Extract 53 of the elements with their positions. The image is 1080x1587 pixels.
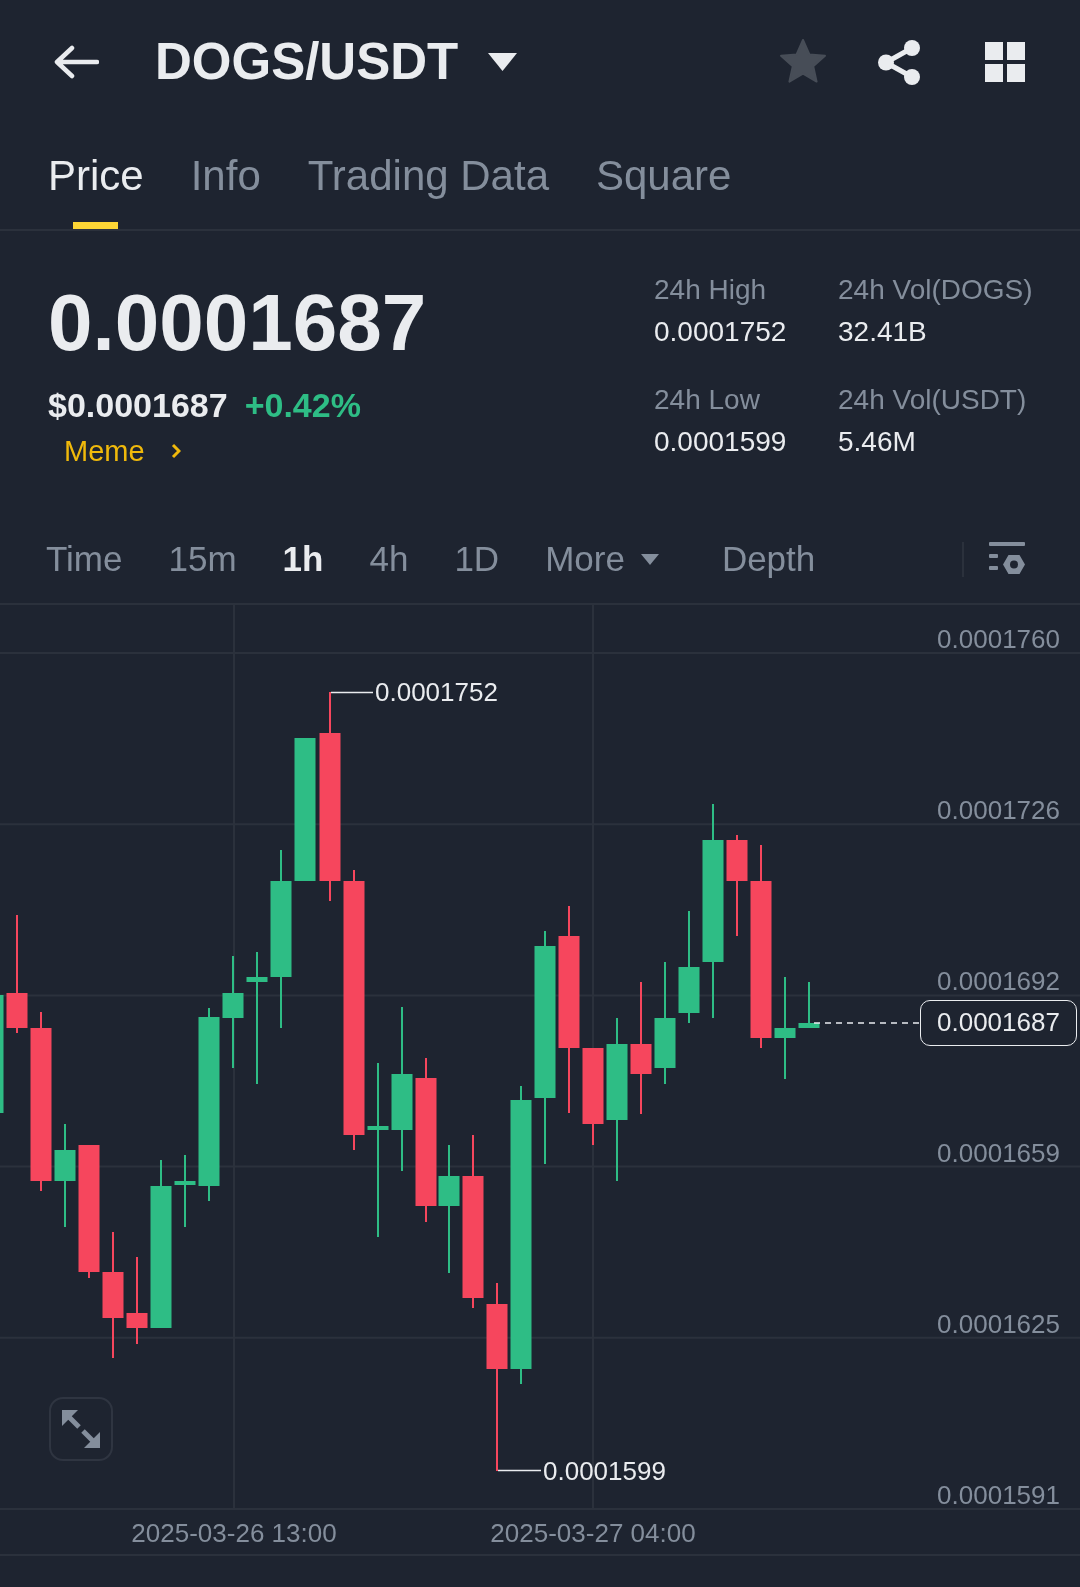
stat-value: 0.0001599 (654, 425, 788, 459)
chart-settings-button[interactable] (989, 542, 1025, 576)
category-link[interactable]: Meme (64, 433, 181, 469)
price-axis-label: 0.0001591 (937, 1480, 1060, 1510)
grid-menu-button[interactable] (985, 42, 1025, 82)
rising-candle (798, 982, 820, 1028)
usd-price: $0.0001687 (48, 385, 228, 425)
share-icon (877, 39, 921, 85)
grid-icon (985, 42, 1025, 82)
price-change: +0.42% (244, 385, 361, 425)
caret-down-icon (488, 53, 518, 71)
tab[interactable]: Info (190, 124, 261, 229)
price-axis-label: 0.0001659 (937, 1137, 1060, 1168)
share-button[interactable] (877, 39, 921, 85)
tab[interactable]: Trading Data (307, 124, 549, 229)
last-price: 0.0001687 (48, 283, 427, 363)
tab[interactable]: Price (48, 124, 144, 229)
time-axis-label: 2025-03-27 04:00 (490, 1518, 696, 1548)
star-icon[interactable] (780, 39, 826, 85)
price-axis-label: 0.0001760 (937, 624, 1060, 654)
leader-line (497, 1469, 542, 1472)
time-axis-label: 2025-03-26 13:00 (131, 1518, 337, 1548)
low-price-label: 0.0001599 (543, 1456, 666, 1486)
chart-tab[interactable]: 4h (369, 537, 409, 581)
chart-tab[interactable]: 1h (282, 537, 324, 581)
high-price-label: 0.0001752 (375, 677, 498, 707)
leader-line (330, 691, 374, 694)
stat-value: 0.0001752 (654, 315, 788, 349)
chart-tab[interactable]: 15m (168, 537, 237, 581)
stat-label: 24h High (654, 273, 768, 307)
chart-tab[interactable]: Time (46, 537, 123, 581)
settings-icon (989, 542, 1025, 576)
price-axis-label: 0.0001692 (937, 966, 1060, 997)
last-price-tag: 0.0001687 (920, 1000, 1077, 1046)
chevron-right-icon (170, 443, 181, 459)
stat-label: 24h Vol(DOGS) (838, 273, 1033, 307)
back-button[interactable] (53, 45, 99, 79)
chart-tab[interactable]: Depth (721, 537, 816, 581)
stat-value: 5.46M (838, 425, 917, 459)
price-axis-label: 0.0001726 (937, 795, 1060, 826)
caret-down-icon (640, 553, 659, 565)
stat-label: 24h Vol(USDT) (838, 383, 1028, 417)
fullscreen-button[interactable] (49, 1397, 113, 1461)
stat-label: 24h Low (654, 383, 761, 417)
chart-tab[interactable]: 1D (454, 537, 500, 581)
tab[interactable]: Square (596, 124, 732, 229)
more-dropdown[interactable]: More (545, 537, 659, 581)
expand-icon (62, 1410, 100, 1448)
pair-selector[interactable]: DOGS/USDT (155, 32, 518, 92)
left-arrow-icon (53, 45, 99, 79)
stat-value: 32.41B (838, 315, 928, 349)
rising-candle (174, 1155, 196, 1227)
price-axis-label: 0.0001625 (937, 1308, 1060, 1339)
